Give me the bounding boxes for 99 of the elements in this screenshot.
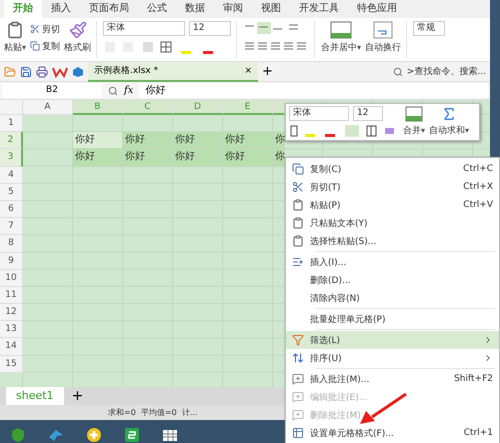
wrap-text-button[interactable]: 自动换行 xyxy=(365,21,402,54)
table-cell: 你好 xyxy=(173,132,223,150)
shield-icon[interactable] xyxy=(10,427,26,443)
new-tab-button[interactable]: + xyxy=(262,64,273,79)
save-icon[interactable] xyxy=(20,66,32,78)
menu-item[interactable]: 粘贴(P) Ctrl+V xyxy=(286,196,499,214)
row-header[interactable]: 13 xyxy=(0,321,23,338)
ribbon-tab[interactable]: 审阅 xyxy=(214,0,252,18)
sort-icon xyxy=(292,352,304,364)
row-header[interactable]: 15 xyxy=(0,356,23,373)
cube-icon[interactable] xyxy=(72,66,84,78)
format-cells-icon xyxy=(292,427,304,439)
menu-item[interactable]: 清除内容(N) xyxy=(286,289,499,307)
document-tab[interactable]: 示例表格.xlsx * × xyxy=(88,62,258,82)
comment-icon xyxy=(292,391,304,403)
ribbon-tab[interactable]: 插入 xyxy=(42,0,80,18)
menu-item[interactable]: 复制(C) Ctrl+C xyxy=(286,160,499,178)
row-header[interactable]: 6 xyxy=(0,200,23,218)
function-button[interactable]: fx xyxy=(124,85,134,96)
search-icon xyxy=(392,66,403,76)
search-field[interactable]: >查找命令、搜索... xyxy=(406,65,486,78)
ribbon-tab[interactable]: 数据 xyxy=(176,0,214,18)
clipboard-icon xyxy=(292,217,304,229)
paintbrush-icon xyxy=(68,21,87,39)
merge-center-button[interactable]: 合并居中▾ xyxy=(321,21,362,54)
merge-cells-icon xyxy=(330,21,352,39)
status-text: 求和=0 平均值=0 计... xyxy=(108,407,198,418)
menu-item[interactable]: 插入(I)... xyxy=(286,253,499,271)
mini-size-select[interactable]: 12 xyxy=(353,106,383,121)
cut-button[interactable]: 剪切 xyxy=(30,22,60,36)
row-header[interactable]: 9 xyxy=(0,252,23,270)
menu-item[interactable]: 排序(U) xyxy=(286,349,499,367)
format-painter-button[interactable]: 格式刷 xyxy=(64,21,92,54)
table-cell: 你 xyxy=(273,149,285,167)
paste-button[interactable]: 粘贴▾ xyxy=(4,21,26,54)
menu-item[interactable]: 批量处理单元格(P) xyxy=(286,310,499,328)
clipboard-icon xyxy=(292,199,304,211)
plus-icon[interactable] xyxy=(86,427,102,443)
table-cell: 你好 xyxy=(123,132,173,150)
grid-icon[interactable] xyxy=(162,427,178,443)
document-title: 示例表格.xlsx * xyxy=(94,64,158,77)
scissors-icon xyxy=(292,181,304,193)
ribbon-tab[interactable]: 特色应用 xyxy=(348,0,406,18)
ribbon-tab[interactable]: 开始 xyxy=(4,0,42,18)
row-header[interactable]: 11 xyxy=(0,286,23,304)
menu-item[interactable]: 剪切(T) Ctrl+X xyxy=(286,178,499,196)
comment-icon xyxy=(292,373,304,385)
row-header[interactable]: 1 xyxy=(0,115,23,132)
ribbon-tab[interactable]: 页面布局 xyxy=(80,0,138,18)
comment-icon xyxy=(292,409,304,421)
font-select[interactable]: 宋体 xyxy=(103,21,186,36)
ribbon-tab[interactable]: 视图 xyxy=(252,0,290,18)
table-cell: 你好 xyxy=(223,132,273,150)
scissors-icon xyxy=(30,24,40,34)
table-cell: 你好 xyxy=(173,149,223,167)
formula-field[interactable]: 你好 xyxy=(139,83,488,98)
menu-item[interactable]: 只粘贴文本(Y) xyxy=(286,214,499,232)
menu-item[interactable]: 设置单元格格式(F)... Ctrl+1 xyxy=(286,424,499,442)
merge-button[interactable]: 合并▾ xyxy=(403,106,426,138)
mini-font-select[interactable]: 宋体 xyxy=(289,106,349,121)
logo-icon[interactable] xyxy=(52,66,68,78)
copy-button[interactable]: 复制 xyxy=(30,40,60,52)
close-tab-button[interactable]: × xyxy=(244,66,252,76)
name-box[interactable]: B2 xyxy=(2,83,102,98)
add-sheet-button[interactable]: + xyxy=(72,388,84,404)
row-header[interactable]: 7 xyxy=(0,218,23,236)
menu-item[interactable]: 筛选(L) xyxy=(286,331,499,349)
ribbon-tab[interactable]: 公式 xyxy=(138,0,176,18)
print-icon[interactable] xyxy=(36,66,48,78)
filter-icon xyxy=(292,334,304,346)
merge-cells-icon xyxy=(405,106,423,122)
row-header[interactable]: 8 xyxy=(0,235,23,252)
spreadsheet-app-icon[interactable] xyxy=(124,427,140,443)
row-header[interactable]: 14 xyxy=(0,338,23,356)
clipboard-icon xyxy=(292,235,304,247)
table-cell: 你好 xyxy=(73,132,123,150)
copy-icon xyxy=(30,41,40,51)
wrap-text-icon xyxy=(373,21,394,39)
copy-icon xyxy=(292,163,304,175)
number-format-select[interactable]: 常规 xyxy=(413,21,446,36)
insert-rows-icon xyxy=(292,256,304,268)
table-cell: 你好 xyxy=(223,149,273,167)
sheet-tab[interactable]: sheet1 xyxy=(6,387,64,405)
row-header[interactable]: 5 xyxy=(0,184,23,201)
menu-item[interactable]: 插入批注(M)... Shift+F2 xyxy=(286,370,499,388)
autosum-button[interactable]: 自动求和▾ xyxy=(429,106,470,138)
zoom-icon[interactable] xyxy=(108,86,118,96)
row-header[interactable]: 12 xyxy=(0,304,23,322)
table-cell: 你好 xyxy=(73,149,123,167)
menu-item[interactable]: 选择性粘贴(S)... xyxy=(286,232,499,250)
row-header[interactable]: 10 xyxy=(0,270,23,287)
font-size-select[interactable]: 12 xyxy=(189,21,232,36)
ribbon-tab[interactable]: 开发工具 xyxy=(290,0,348,18)
clipboard-icon xyxy=(6,21,24,39)
column-header[interactable]: A xyxy=(23,100,73,115)
table-cell: 你好 xyxy=(123,149,173,167)
menu-item[interactable]: 删除(D)... xyxy=(286,271,499,289)
row-header[interactable]: 4 xyxy=(0,166,23,184)
table-cell: 你 xyxy=(273,132,285,150)
